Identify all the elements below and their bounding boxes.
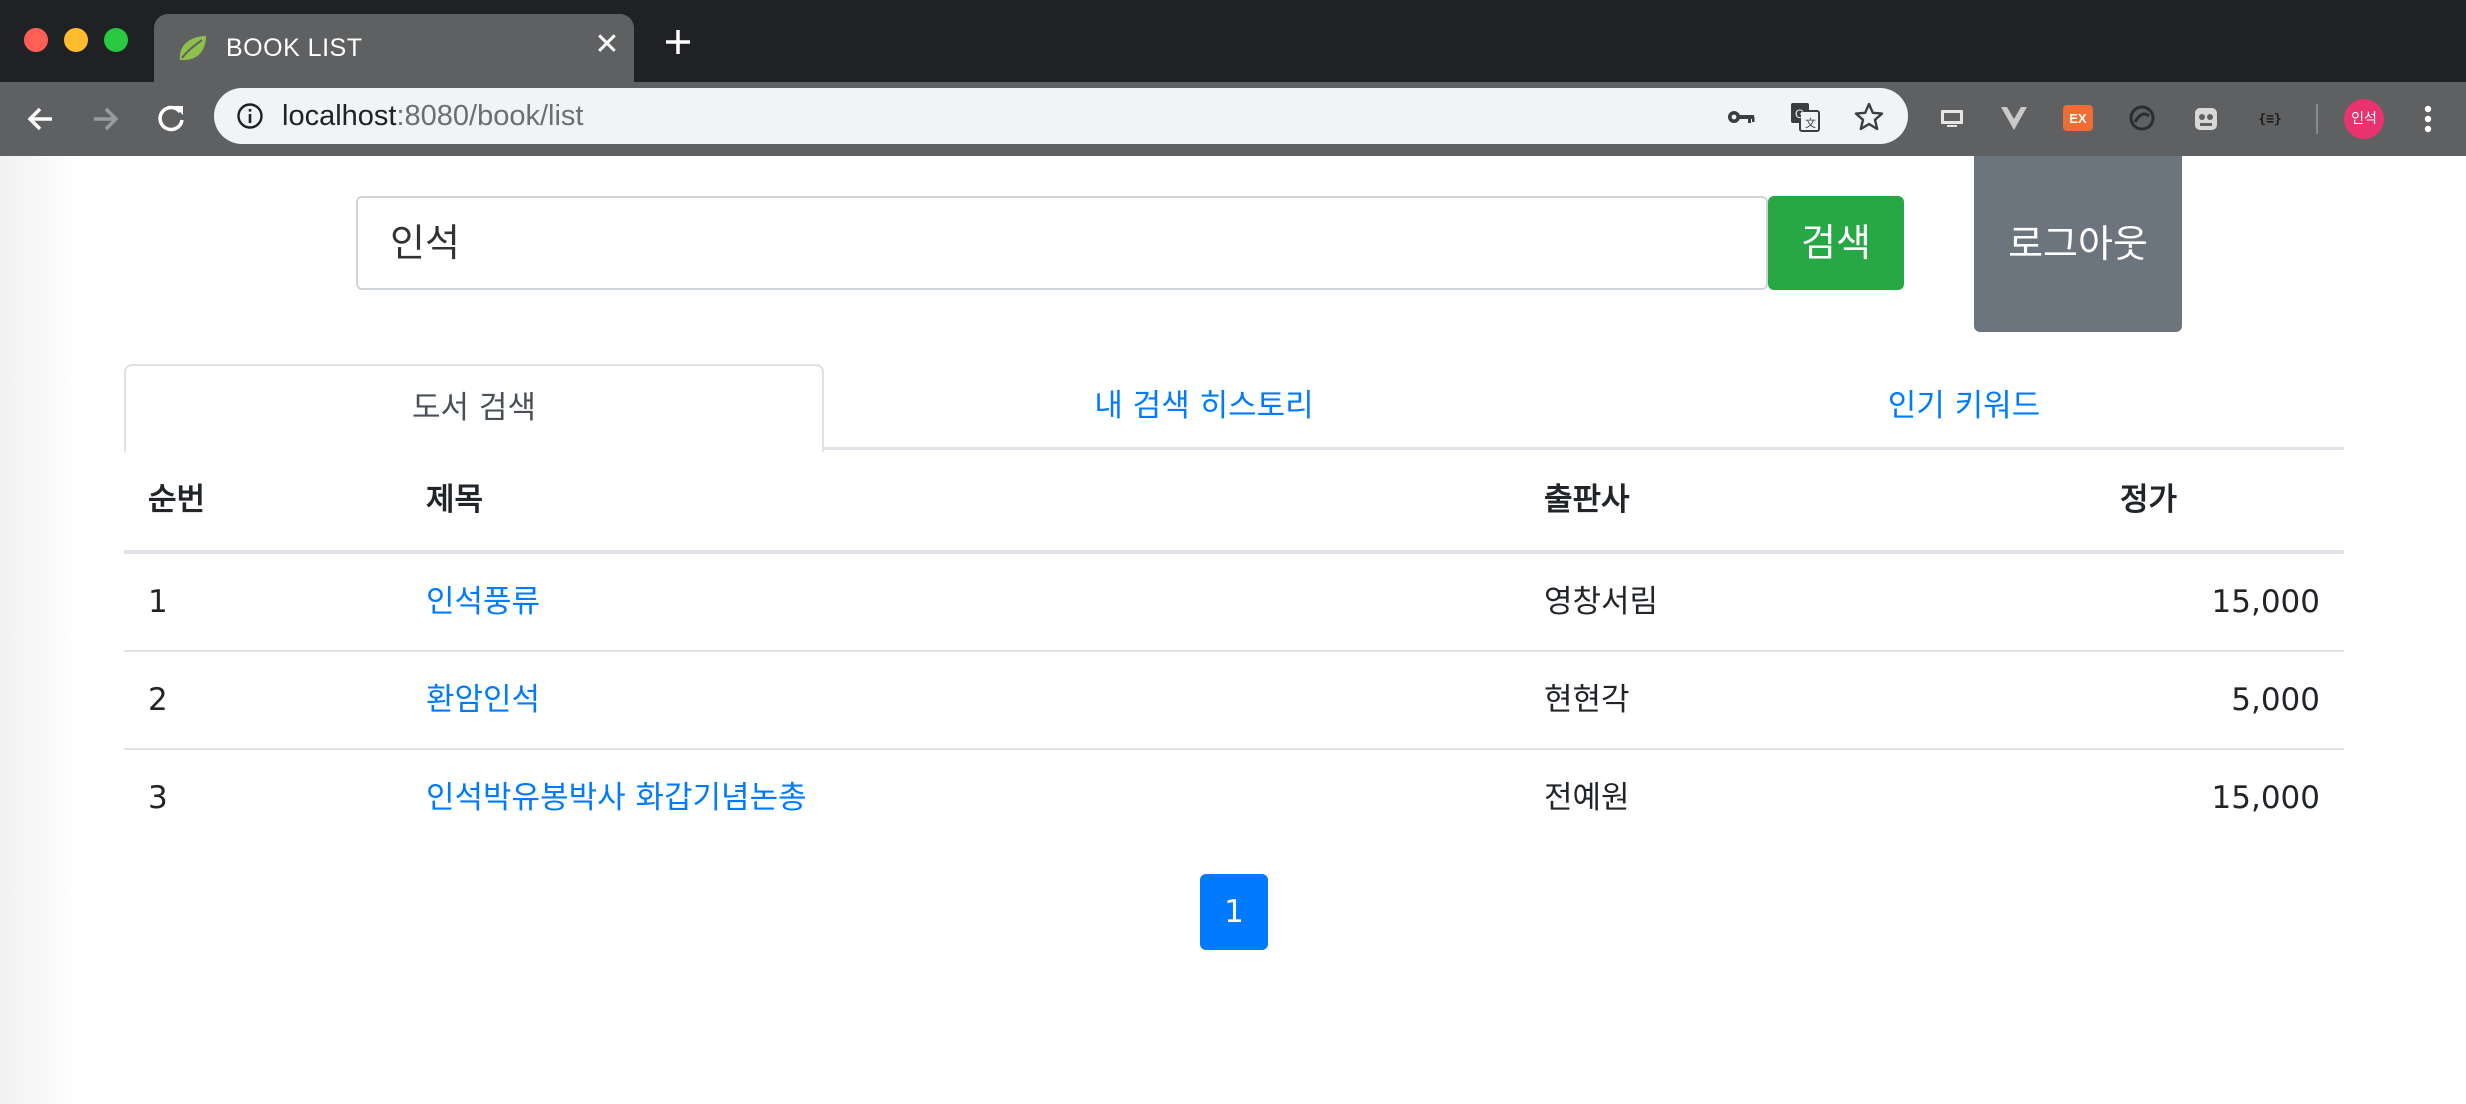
- row-price: 5,000: [2231, 682, 2320, 718]
- profile-avatar[interactable]: 인석: [2344, 99, 2384, 139]
- extension-monitor-icon[interactable]: [1936, 102, 1968, 134]
- reload-icon[interactable]: [152, 100, 190, 138]
- row-price: 15,000: [2211, 780, 2320, 816]
- row-price: 15,000: [2211, 584, 2320, 620]
- extension-robot-icon[interactable]: [2190, 102, 2222, 134]
- book-title-link[interactable]: 인석풍류: [426, 554, 540, 650]
- url-path: :8080/book/list: [396, 100, 584, 132]
- browser-titlebar: BOOK LIST ✕: [0, 0, 2466, 82]
- tab-popular-keywords[interactable]: 인기 키워드: [1584, 364, 2344, 450]
- minimize-window-button[interactable]: [64, 28, 88, 52]
- table-row: 3 인석박유봉박사 화갑기념논총 전예원 15,000: [124, 750, 2344, 848]
- svg-text:EX: EX: [2069, 111, 2087, 126]
- star-icon[interactable]: [1852, 100, 1886, 134]
- tab-title: BOOK LIST: [226, 34, 363, 62]
- url-host: localhost: [282, 100, 397, 132]
- pagination-page-1[interactable]: 1: [1200, 874, 1268, 950]
- table-row: 1 인석풍류 영창서림 15,000: [124, 554, 2344, 652]
- row-number: 2: [148, 682, 168, 718]
- book-title-link[interactable]: 인석박유봉박사 화갑기념논총: [426, 750, 807, 846]
- close-window-button[interactable]: [24, 28, 48, 52]
- menu-icon[interactable]: [2412, 100, 2444, 138]
- row-publisher: 현현각: [1544, 682, 1630, 718]
- svg-text:G: G: [1795, 107, 1804, 121]
- info-icon[interactable]: [236, 102, 264, 130]
- tab-bar: 도서 검색 내 검색 히스토리 인기 키워드: [124, 364, 2344, 452]
- page-content: 인석 검색 로그아웃 도서 검색 내 검색 히스토리 인기 키워드 순번 제목 …: [0, 156, 2466, 1104]
- tab-search-history[interactable]: 내 검색 히스토리: [824, 364, 1584, 450]
- svg-text:文: 文: [1805, 116, 1816, 130]
- search-button[interactable]: 검색: [1768, 196, 1904, 290]
- toolbar-separator: [2316, 104, 2318, 134]
- row-number: 1: [148, 584, 168, 620]
- tab-book-search[interactable]: 도서 검색: [124, 364, 824, 452]
- row-publisher: 전예원: [1544, 780, 1630, 816]
- header-price: 정가: [2120, 482, 2178, 518]
- extension-json-icon[interactable]: {≡}: [2254, 102, 2286, 134]
- search-input[interactable]: 인석: [356, 196, 1768, 290]
- spring-leaf-icon: [179, 36, 206, 60]
- key-icon[interactable]: [1724, 100, 1758, 134]
- maximize-window-button[interactable]: [104, 28, 128, 52]
- book-table: 순번 제목 출판사 정가 1 인석풍류 영창서림 15,000 2 환암인석 현…: [124, 450, 2344, 848]
- table-row: 2 환암인석 현현각 5,000: [124, 652, 2344, 750]
- translate-icon[interactable]: G 文: [1788, 100, 1822, 134]
- page-edge: [0, 156, 80, 1104]
- new-tab-icon[interactable]: [660, 24, 696, 60]
- header-publisher: 출판사: [1544, 482, 1630, 518]
- header-number: 순번: [148, 482, 206, 518]
- logout-button[interactable]: 로그아웃: [1974, 156, 2182, 332]
- url-text: localhost:8080/book/list: [282, 100, 583, 133]
- browser-tab[interactable]: BOOK LIST ✕: [154, 14, 634, 82]
- row-publisher: 영창서림: [1544, 584, 1659, 620]
- back-arrow-icon[interactable]: [22, 100, 60, 138]
- row-number: 3: [148, 780, 168, 816]
- book-title-link[interactable]: 환암인석: [426, 652, 540, 748]
- extension-swirl-icon[interactable]: [2126, 102, 2158, 134]
- tab-close-icon[interactable]: ✕: [590, 28, 624, 62]
- header-title: 제목: [426, 482, 484, 518]
- browser-toolbar: localhost:8080/book/list G 文 EX {≡} 인석: [0, 82, 2466, 156]
- extension-vue-icon[interactable]: [1998, 102, 2030, 134]
- svg-text:{≡}: {≡}: [2258, 112, 2281, 127]
- forward-arrow-icon[interactable]: [86, 100, 124, 138]
- extension-ex-icon[interactable]: EX: [2062, 102, 2094, 134]
- table-header: 순번 제목 출판사 정가: [124, 450, 2344, 554]
- address-bar[interactable]: localhost:8080/book/list G 文: [214, 88, 1908, 144]
